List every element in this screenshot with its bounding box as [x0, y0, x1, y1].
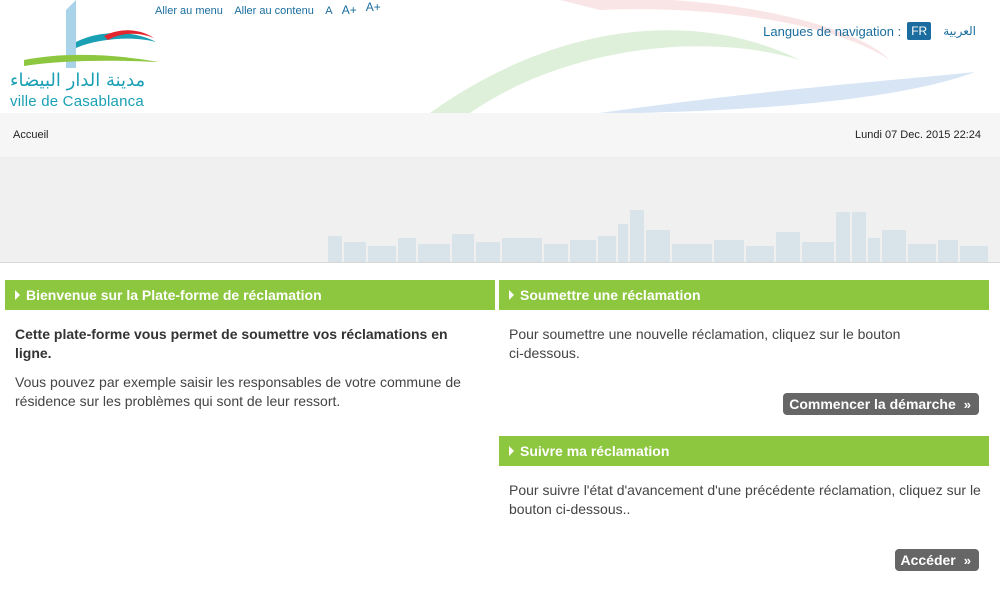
skip-to-content-link[interactable]: Aller au contenu: [234, 5, 314, 17]
language-ar-link[interactable]: العربية: [943, 24, 976, 38]
logo-emblem-icon: [24, 0, 159, 68]
submit-title: Soumettre une réclamation: [520, 287, 701, 303]
welcome-intro: Cette plate-forme vous permet de soumett…: [15, 326, 448, 361]
skyline-icon: [328, 210, 988, 262]
welcome-title: Bienvenue sur la Plate-forme de réclamat…: [26, 287, 322, 303]
double-chevron-right-icon: »: [963, 553, 971, 568]
submit-body: Pour soumettre une nouvelle réclamation,…: [509, 326, 901, 361]
font-size-larger-link[interactable]: A+: [342, 3, 357, 17]
welcome-body: Vous pouvez par exemple saisir les respo…: [15, 374, 461, 409]
submit-panel-header: Soumettre une réclamation: [499, 280, 989, 310]
breadcrumb-bar: Accueil Lundi 07 Dec. 2015 22:24: [0, 113, 1000, 158]
track-title: Suivre ma réclamation: [520, 443, 670, 459]
caret-right-icon: [509, 290, 514, 301]
caret-right-icon: [15, 290, 20, 301]
start-claim-label: Commencer la démarche: [789, 396, 956, 412]
welcome-panel-header: Bienvenue sur la Plate-forme de réclamat…: [5, 280, 495, 310]
logo-french-text: ville de Casablanca: [10, 93, 144, 110]
caret-right-icon: [509, 446, 514, 457]
accessibility-links: Aller au menu Aller au contenu A A+ A+: [155, 0, 387, 17]
access-claim-button[interactable]: Accéder »: [894, 549, 979, 571]
track-panel-header: Suivre ma réclamation: [499, 436, 989, 466]
site-header: مدينة الدار البيضاء ville de Casablanca …: [0, 0, 1000, 113]
city-logo[interactable]: مدينة الدار البيضاء ville de Casablanca: [4, 0, 164, 113]
start-claim-button[interactable]: Commencer la démarche »: [783, 393, 979, 415]
current-datetime: Lundi 07 Dec. 2015 22:24: [855, 129, 981, 141]
language-fr-button[interactable]: FR: [907, 22, 932, 40]
logo-arabic-text: مدينة الدار البيضاء: [10, 70, 146, 91]
track-body: Pour suivre l'état d'avancement d'une pr…: [509, 482, 981, 517]
breadcrumb-home[interactable]: Accueil: [13, 129, 48, 141]
language-switcher: Langues de navigation : FR العربية: [763, 22, 976, 40]
font-size-normal-link[interactable]: A: [325, 5, 332, 17]
access-claim-label: Accéder: [900, 552, 956, 568]
skip-to-menu-link[interactable]: Aller au menu: [155, 5, 223, 17]
city-skyline-banner: [0, 158, 1000, 263]
double-chevron-right-icon: »: [963, 397, 971, 412]
font-size-largest-link[interactable]: A+: [366, 0, 381, 14]
language-label: Langues de navigation :: [763, 23, 902, 39]
